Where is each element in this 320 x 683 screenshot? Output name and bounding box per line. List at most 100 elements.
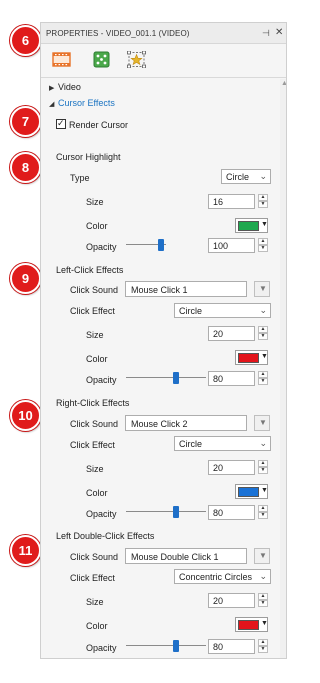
section-cursor-effects-label: Cursor Effects (58, 98, 115, 108)
pin-icon[interactable]: ⊣ (262, 28, 270, 39)
stepper-down-icon[interactable]: ▼ (258, 600, 268, 607)
render-cursor-label: Render Cursor (69, 120, 129, 130)
stepper-down-icon[interactable]: ▼ (258, 378, 268, 385)
right-click-opacity-input[interactable]: 80 (208, 505, 255, 520)
stepper-down-icon[interactable]: ▼ (258, 467, 268, 474)
double-click-size-stepper[interactable]: ▲ ▼ (258, 593, 268, 608)
double-click-effect-label: Click Effect (70, 573, 115, 583)
stepper-down-icon[interactable]: ▼ (258, 646, 268, 653)
right-click-sound-label: Click Sound (70, 419, 119, 429)
highlight-size-input[interactable]: 16 (208, 194, 255, 209)
panel-scrollbar[interactable]: ▲ (280, 79, 286, 658)
left-click-opacity-value: 80 (213, 374, 224, 384)
slider-thumb[interactable] (158, 239, 164, 251)
dropdown-arrow-icon: ▼ (261, 221, 268, 228)
stepper-up-icon[interactable]: ▲ (258, 326, 268, 333)
close-icon[interactable]: ✕ (275, 27, 283, 38)
chevron-down-icon: ⌄ (259, 438, 267, 448)
right-click-effect-select[interactable]: Circle ⌄ (174, 436, 271, 451)
section-cursor-effects[interactable]: ◢ Cursor Effects (49, 98, 115, 108)
slider-track (126, 377, 206, 378)
stepper-down-icon[interactable]: ▼ (258, 245, 268, 252)
right-click-sound-combo[interactable]: Mouse Click 2 (125, 415, 247, 431)
right-click-effect-value: Circle (179, 439, 203, 449)
left-click-sound-label: Click Sound (70, 285, 119, 295)
double-click-color-picker[interactable]: ▼ (235, 617, 268, 632)
left-click-sound-value: Mouse Click 1 (131, 285, 188, 295)
right-click-color-label: Color (86, 488, 108, 498)
section-video[interactable]: ▶ Video (49, 82, 81, 92)
double-click-sound-combo[interactable]: Mouse Double Click 1 (125, 548, 247, 564)
left-click-opacity-input[interactable]: 80 (208, 371, 255, 386)
stepper-down-icon[interactable]: ▼ (258, 512, 268, 519)
right-click-sound-dropdown[interactable]: ▼ (254, 415, 270, 431)
chevron-down-icon: ⌄ (259, 305, 267, 315)
double-click-opacity-slider[interactable] (126, 640, 206, 652)
chevron-down-icon: ⌄ (259, 171, 267, 181)
stepper-up-icon[interactable]: ▲ (258, 194, 268, 201)
left-click-opacity-slider[interactable] (126, 372, 206, 384)
highlight-color-picker[interactable]: ▼ (235, 218, 268, 233)
left-click-color-label: Color (86, 354, 108, 364)
right-click-size-stepper[interactable]: ▲ ▼ (258, 460, 268, 475)
highlight-size-stepper[interactable]: ▲ ▼ (258, 194, 268, 209)
panel-titlebar: PROPERTIES - VIDEO_001.1 (VIDEO) ⊣ ✕ (41, 23, 286, 44)
stepper-up-icon[interactable]: ▲ (258, 505, 268, 512)
highlight-type-select[interactable]: Circle ⌄ (221, 169, 271, 184)
dropdown-arrow-icon: ▼ (261, 353, 268, 360)
slider-thumb[interactable] (173, 506, 179, 518)
left-click-opacity-stepper[interactable]: ▲ ▼ (258, 371, 268, 386)
double-click-sound-dropdown[interactable]: ▼ (254, 548, 270, 564)
scroll-up-icon[interactable]: ▲ (281, 80, 286, 87)
callout-marker-9: 9 (10, 263, 41, 294)
stepper-down-icon[interactable]: ▼ (258, 333, 268, 340)
callout-marker-6: 6 (10, 25, 41, 56)
stepper-up-icon[interactable]: ▲ (258, 593, 268, 600)
double-click-size-input[interactable]: 20 (208, 593, 255, 608)
double-click-size-value: 20 (213, 596, 224, 606)
stepper-up-icon[interactable]: ▲ (258, 371, 268, 378)
color-swatch (238, 353, 259, 363)
right-click-color-picker[interactable]: ▼ (235, 484, 268, 499)
double-click-effect-select[interactable]: Concentric Circles ⌄ (174, 569, 271, 584)
double-click-opacity-input[interactable]: 80 (208, 639, 255, 654)
section-video-label: Video (58, 82, 81, 92)
left-click-size-input[interactable]: 20 (208, 326, 255, 341)
slider-thumb[interactable] (173, 372, 179, 384)
collapse-arrow-icon[interactable]: ◢ (49, 100, 58, 108)
double-click-opacity-value: 80 (213, 642, 224, 652)
dice-icon[interactable] (92, 51, 111, 68)
left-click-size-stepper[interactable]: ▲ ▼ (258, 326, 268, 341)
right-click-opacity-stepper[interactable]: ▲ ▼ (258, 505, 268, 520)
color-swatch (238, 221, 259, 231)
stepper-down-icon[interactable]: ▼ (258, 201, 268, 208)
left-click-effect-select[interactable]: Circle ⌄ (174, 303, 271, 318)
stepper-up-icon[interactable]: ▲ (258, 460, 268, 467)
highlight-opacity-input[interactable]: 100 (208, 238, 255, 253)
left-double-click-heading: Left Double-Click Effects (56, 531, 155, 541)
stepper-up-icon[interactable]: ▲ (258, 639, 268, 646)
callout-marker-7: 7 (10, 106, 41, 137)
render-cursor-checkbox[interactable]: ✓ (56, 118, 66, 129)
left-click-color-picker[interactable]: ▼ (235, 350, 268, 365)
highlight-opacity-stepper[interactable]: ▲ ▼ (258, 238, 268, 253)
highlight-opacity-slider[interactable] (126, 239, 166, 251)
highlight-size-label: Size (86, 197, 104, 207)
right-click-size-input[interactable]: 20 (208, 460, 255, 475)
callout-marker-11: 11 (10, 535, 41, 566)
stepper-up-icon[interactable]: ▲ (258, 238, 268, 245)
slider-thumb[interactable] (173, 640, 179, 652)
left-click-sound-combo[interactable]: Mouse Click 1 (125, 281, 247, 297)
expand-arrow-icon[interactable]: ▶ (49, 84, 58, 92)
right-click-sound-value: Mouse Click 2 (131, 419, 188, 429)
film-strip-icon[interactable] (52, 51, 71, 68)
star-frame-icon[interactable] (127, 50, 146, 69)
highlight-size-value: 16 (213, 197, 224, 207)
highlight-opacity-value: 100 (213, 241, 229, 251)
left-click-size-label: Size (86, 330, 104, 340)
cursor-highlight-heading: Cursor Highlight (56, 152, 121, 162)
right-click-opacity-slider[interactable] (126, 506, 206, 518)
double-click-size-label: Size (86, 597, 104, 607)
double-click-opacity-stepper[interactable]: ▲ ▼ (258, 639, 268, 654)
left-click-sound-dropdown[interactable]: ▼ (254, 281, 270, 297)
